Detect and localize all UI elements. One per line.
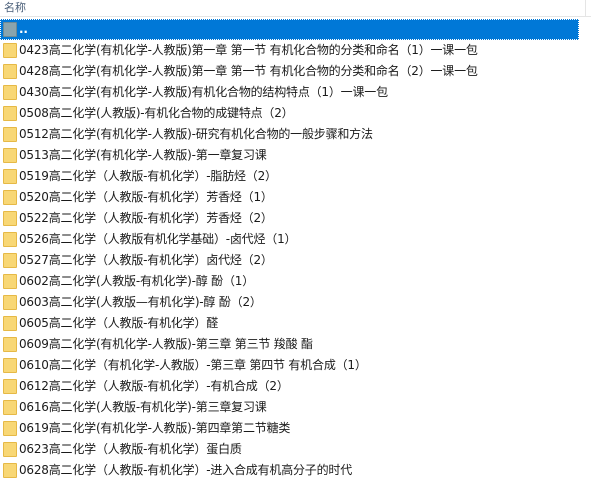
file-name: 0423高二化学(有机化学-人教版)第一章 第一节 有机化合物的分类和命名（1）…: [19, 43, 478, 57]
folder-row[interactable]: 0423高二化学(有机化学-人教版)第一章 第一节 有机化合物的分类和命名（1）…: [0, 40, 579, 61]
file-name: 0508高二化学(人教版)-有机化合物的成键特点（2）: [19, 106, 294, 120]
folder-icon: [3, 295, 17, 310]
folder-row[interactable]: 0522高二化学（人教版-有机化学）芳香烃（2）: [0, 208, 579, 229]
file-name: 0428高二化学(有机化学-人教版)第一章 第一节 有机化合物的分类和命名（2）…: [19, 64, 478, 78]
file-name: 0619高二化学(有机化学-人教版)-第四章第二节糖类: [19, 421, 291, 435]
folder-row[interactable]: 0513高二化学(有机化学-人教版)-第一章复习课: [0, 145, 579, 166]
folder-row[interactable]: 0623高二化学（人教版-有机化学）蛋白质: [0, 439, 579, 460]
file-name: 0616高二化学(人教版-有机化学)-第三章复习课: [19, 400, 267, 414]
folder-icon: [3, 274, 17, 289]
file-name: 0527高二化学（人教版-有机化学）卤代烃（2）: [19, 253, 273, 267]
folder-icon: [3, 127, 17, 142]
folder-row[interactable]: 0519高二化学（人教版-有机化学）-脂肪烃（2）: [0, 166, 579, 187]
folder-row[interactable]: 0619高二化学(有机化学-人教版)-第四章第二节糖类: [0, 418, 579, 439]
folder-row[interactable]: 0430高二化学(有机化学-人教版)有机化合物的结构特点（1）一课一包: [0, 82, 579, 103]
folder-icon: [3, 379, 17, 394]
folder-row[interactable]: 0603高二化学(人教版—有机化学)-醇 酚（2）: [0, 292, 579, 313]
file-name: 0430高二化学(有机化学-人教版)有机化合物的结构特点（1）一课一包: [19, 85, 388, 99]
folder-row[interactable]: 0605高二化学（人教版-有机化学）醛: [0, 313, 579, 334]
folder-icon: [3, 337, 17, 352]
folder-icon: [3, 190, 17, 205]
file-name: 0526高二化学（人教版有机化学基础）-卤代烃（1）: [19, 232, 297, 246]
column-divider[interactable]: [585, 0, 586, 17]
file-name: 0522高二化学（人教版-有机化学）芳香烃（2）: [19, 211, 273, 225]
file-name: 0623高二化学（人教版-有机化学）蛋白质: [19, 442, 242, 456]
file-name: 0609高二化学(有机化学-人教版)-第三章 第三节 羧酸 酯: [19, 337, 313, 351]
folder-icon: [3, 169, 17, 184]
folder-row[interactable]: 0628高二化学（人教版-有机化学）-进入合成有机高分子的时代: [0, 460, 579, 481]
folder-row[interactable]: 0612高二化学（人教版-有机化学）-有机合成（2）: [0, 376, 579, 397]
folder-row[interactable]: 0526高二化学（人教版有机化学基础）-卤代烃（1）: [0, 229, 579, 250]
folder-icon: [3, 253, 17, 268]
folder-row[interactable]: 0610高二化学（有机化学-人教版）-第三章 第四节 有机合成（1）: [0, 355, 579, 376]
file-name: 0519高二化学（人教版-有机化学）-脂肪烃（2）: [19, 169, 277, 183]
file-name: ..: [19, 22, 28, 36]
name-column-header[interactable]: 名称: [4, 1, 26, 15]
folder-icon: [3, 442, 17, 457]
folder-icon: [3, 106, 17, 121]
folder-icon: [3, 358, 17, 373]
folder-row[interactable]: 0602高二化学(人教版-有机化学)-醇 酚（1）: [0, 271, 579, 292]
folder-row[interactable]: 0527高二化学（人教版-有机化学）卤代烃（2）: [0, 250, 579, 271]
folder-row[interactable]: 0609高二化学(有机化学-人教版)-第三章 第三节 羧酸 酯: [0, 334, 579, 355]
folder-icon: [3, 64, 17, 79]
file-name: 0603高二化学(人教版—有机化学)-醇 酚（2）: [19, 295, 262, 309]
folder-row[interactable]: 0508高二化学(人教版)-有机化合物的成键特点（2）: [0, 103, 579, 124]
folder-icon: [3, 400, 17, 415]
file-name: 0602高二化学(人教版-有机化学)-醇 酚（1）: [19, 274, 255, 288]
folder-icon: [3, 148, 17, 163]
file-name: 0513高二化学(有机化学-人教版)-第一章复习课: [19, 148, 267, 162]
parent-folder-icon: [3, 22, 17, 37]
file-name: 0520高二化学（人教版-有机化学）芳香烃（1）: [19, 190, 273, 204]
folder-icon: [3, 211, 17, 226]
folder-icon: [3, 463, 17, 478]
file-list: .. 0423高二化学(有机化学-人教版)第一章 第一节 有机化合物的分类和命名（…: [0, 19, 591, 481]
folder-row[interactable]: 0616高二化学(人教版-有机化学)-第三章复习课: [0, 397, 579, 418]
folder-icon: [3, 232, 17, 247]
parent-directory-row[interactable]: ..: [0, 19, 579, 40]
file-name: 0512高二化学(有机化学-人教版)-研究有机化合物的一般步骤和方法: [19, 127, 373, 141]
file-name: 0612高二化学（人教版-有机化学）-有机合成（2）: [19, 379, 289, 393]
folder-icon: [3, 85, 17, 100]
column-header: 名称: [0, 0, 591, 17]
folder-icon: [3, 316, 17, 331]
folder-row[interactable]: 0520高二化学（人教版-有机化学）芳香烃（1）: [0, 187, 579, 208]
file-name: 0628高二化学（人教版-有机化学）-进入合成有机高分子的时代: [19, 463, 353, 477]
file-name: 0610高二化学（有机化学-人教版）-第三章 第四节 有机合成（1）: [19, 358, 367, 372]
folder-icon: [3, 43, 17, 58]
file-name: 0605高二化学（人教版-有机化学）醛: [19, 316, 219, 330]
folder-row[interactable]: 0512高二化学(有机化学-人教版)-研究有机化合物的一般步骤和方法: [0, 124, 579, 145]
file-explorer: 名称 .. 0423高二化学(有机化学-人教版)第一章 第一节 有机化合物的分类和…: [0, 0, 591, 482]
folder-icon: [3, 421, 17, 436]
folder-row[interactable]: 0428高二化学(有机化学-人教版)第一章 第一节 有机化合物的分类和命名（2）…: [0, 61, 579, 82]
